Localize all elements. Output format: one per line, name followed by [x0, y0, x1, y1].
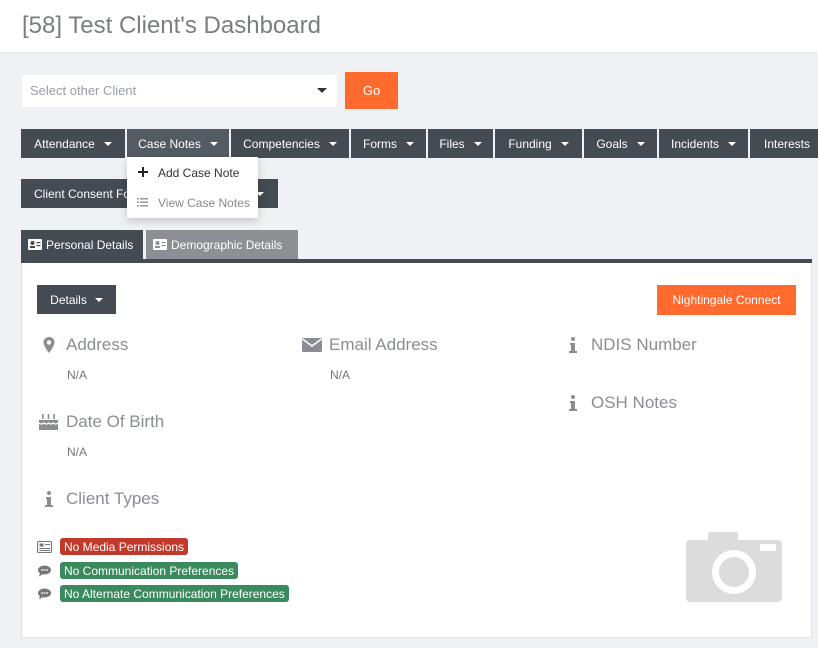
info-icon — [569, 395, 577, 411]
nav-funding-label: Funding — [508, 136, 552, 151]
address-value: N/A — [67, 368, 88, 382]
comment-icon — [38, 565, 51, 577]
date-of-birth-value: N/A — [67, 445, 88, 459]
view-case-notes-label: View Case Notes — [158, 196, 250, 210]
details-dropdown-button[interactable]: Details — [37, 285, 116, 314]
page-title: [58] Test Client's Dashboard — [22, 12, 321, 39]
tab-personal-details[interactable]: Personal Details — [21, 230, 143, 259]
camera-icon[interactable] — [686, 530, 782, 602]
nightingale-connect-button[interactable]: Nightingale Connect — [657, 285, 796, 315]
caret-down-icon — [728, 141, 737, 146]
nav-case-notes-label: Case Notes — [138, 136, 201, 151]
top-bar: [58] Test Client's Dashboard — [0, 0, 818, 53]
envelope-icon — [302, 338, 322, 352]
caret-down-icon — [94, 297, 103, 302]
caret-down-icon — [636, 141, 645, 146]
media-permissions-badge: No Media Permissions — [60, 538, 189, 555]
nav-interests-button[interactable]: Interests — [750, 129, 818, 158]
tab-demographic-details-label: Demographic Details — [171, 237, 283, 252]
communication-preferences-badge: No Communication Preferences — [60, 562, 239, 579]
email-value: N/A — [330, 368, 351, 382]
client-select[interactable]: Select other Client — [22, 75, 337, 107]
nav-forms-label: Forms — [363, 136, 397, 151]
nav-client-consent-label: Client Consent Fo — [34, 186, 131, 201]
birthday-cake-icon — [38, 414, 59, 430]
comment-icon — [38, 588, 51, 600]
address-label: Address — [66, 335, 129, 354]
list-icon — [127, 196, 158, 210]
newspaper-icon — [37, 541, 52, 553]
client-types-label: Client Types — [66, 489, 160, 508]
caret-down-icon — [328, 141, 337, 146]
nav-attendance-label: Attendance — [34, 136, 95, 151]
nav-case-notes-button[interactable]: Case Notes — [127, 129, 229, 158]
client-select-placeholder: Select other Client — [30, 83, 137, 98]
caret-down-icon — [560, 141, 569, 146]
info-icon — [569, 337, 577, 353]
plus-icon — [127, 166, 158, 180]
nav-forms-button[interactable]: Forms — [351, 129, 426, 158]
ndis-number-label: NDIS Number — [591, 335, 697, 354]
nav-competencies-button[interactable]: Competencies — [231, 129, 349, 158]
case-notes-dropdown-menu: Add Case Note View Case Notes — [127, 157, 258, 218]
caret-down-icon — [103, 141, 112, 146]
caret-down-icon — [473, 141, 482, 146]
nav-interests-label: Interests — [764, 136, 811, 151]
alternate-communication-badge: No Alternate Communication Preferences — [60, 585, 289, 602]
nav-files-button[interactable]: Files — [428, 129, 493, 158]
nav-funding-button[interactable]: Funding — [495, 129, 582, 158]
nav-competencies-label: Competencies — [243, 136, 320, 151]
nav-goals-button[interactable]: Goals — [584, 129, 657, 158]
id-card-icon — [28, 239, 42, 250]
email-label: Email Address — [329, 335, 438, 354]
info-icon — [45, 491, 53, 507]
tab-demographic-details[interactable]: Demographic Details — [146, 230, 298, 259]
details-label: Details — [50, 292, 87, 307]
map-marker-icon — [43, 337, 55, 353]
nav-goals-label: Goals — [596, 136, 628, 151]
add-case-note-menu-item[interactable]: Add Case Note — [127, 159, 258, 187]
date-of-birth-label: Date Of Birth — [66, 412, 165, 431]
view-case-notes-menu-item[interactable]: View Case Notes — [127, 189, 258, 217]
nav-incidents-button[interactable]: Incidents — [659, 129, 748, 158]
nav-files-label: Files — [439, 136, 465, 151]
chevron-down-icon — [317, 88, 327, 93]
caret-down-icon — [209, 141, 218, 146]
tab-personal-details-label: Personal Details — [46, 237, 134, 252]
nav-attendance-button[interactable]: Attendance — [21, 129, 125, 158]
caret-down-icon — [406, 141, 414, 146]
go-button[interactable]: Go — [345, 72, 398, 109]
add-case-note-label: Add Case Note — [158, 166, 240, 180]
nav-incidents-label: Incidents — [670, 136, 720, 151]
osh-notes-label: OSH Notes — [591, 393, 677, 412]
id-card-icon — [153, 239, 167, 250]
